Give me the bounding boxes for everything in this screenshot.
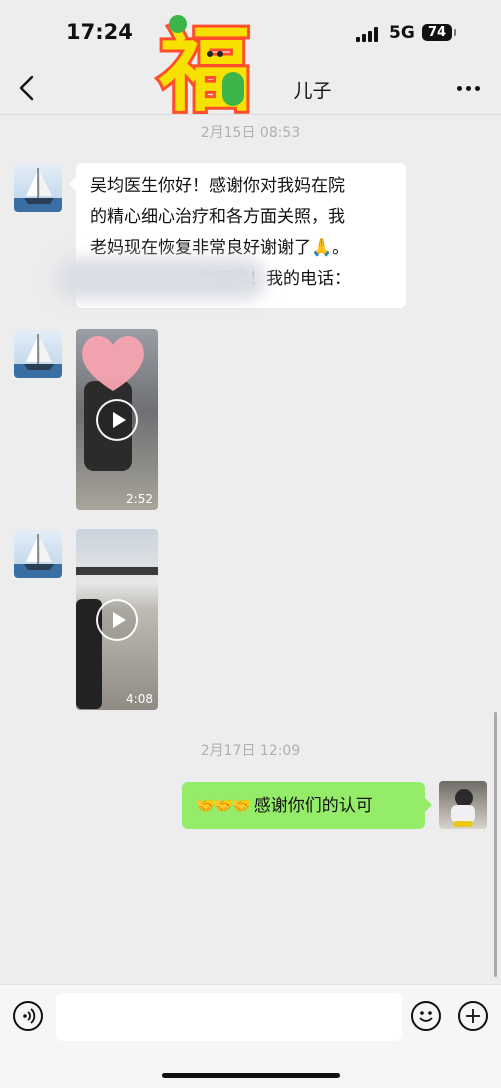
contact-avatar[interactable] <box>14 530 62 578</box>
message-line: 吴均医生你好！感谢你对我妈在院 <box>90 176 345 196</box>
plus-icon[interactable] <box>458 1001 488 1031</box>
redaction-blur <box>56 258 266 300</box>
emoji-icon[interactable] <box>411 1001 441 1031</box>
contact-avatar[interactable] <box>14 330 62 378</box>
play-icon[interactable] <box>96 399 138 441</box>
message-text-bubble[interactable]: 吴均医生你好！感谢你对我妈在院 的精心细心治疗和各方面关照，我 老妈现在恢复非常… <box>56 163 406 308</box>
video-message[interactable]: 2:52 <box>76 329 158 510</box>
sent-message-text: 感谢你们的认可 <box>253 796 373 816</box>
handshake-emoji: 🤝🤝🤝 <box>196 796 252 815</box>
timestamp: 2月17日 12:09 <box>200 743 301 759</box>
contact-avatar[interactable] <box>14 164 62 212</box>
sent-message-bubble[interactable]: 🤝🤝🤝 感谢你们的认可 <box>182 782 432 829</box>
status-time: 17:24 <box>66 20 133 44</box>
message-input[interactable] <box>56 993 402 1041</box>
network-label: 5G <box>389 23 415 43</box>
video-duration: 4:08 <box>126 692 153 706</box>
fu-sticker-text: 福 <box>158 17 251 124</box>
voice-icon[interactable] <box>13 1001 43 1031</box>
praying-hands-emoji: 🙏 <box>311 238 333 258</box>
more-dots-icon[interactable] <box>457 86 481 94</box>
battery-icon: 74 <box>422 24 456 41</box>
chat-title-suffix: 儿子 <box>293 80 332 102</box>
heart-sticker <box>82 336 144 391</box>
timestamp: 2月15日 08:53 <box>200 125 301 141</box>
message-line: 的精心细心治疗和各方面关照，我 <box>90 207 345 227</box>
signal-icon <box>356 26 382 42</box>
play-icon[interactable] <box>96 599 138 641</box>
video-duration: 2:52 <box>126 492 153 506</box>
input-bar <box>0 984 501 1088</box>
fu-sticker: 福 <box>155 14 254 125</box>
scrollbar[interactable] <box>494 712 497 977</box>
home-indicator <box>162 1073 340 1078</box>
video-message[interactable]: 4:08 <box>76 529 158 710</box>
my-avatar[interactable] <box>439 781 487 829</box>
